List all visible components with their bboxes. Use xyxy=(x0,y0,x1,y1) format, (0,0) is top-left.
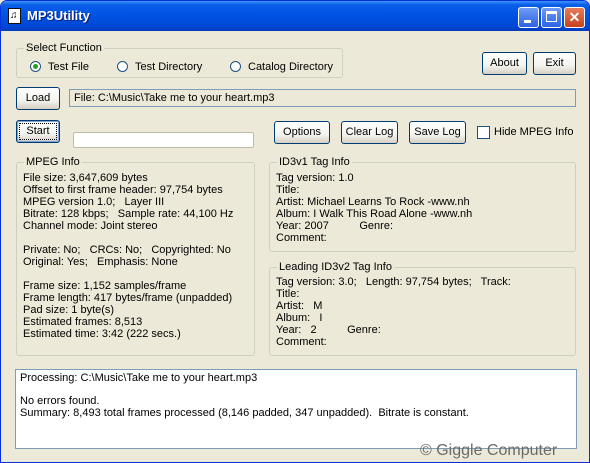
id3v2-line: Tag version: 3.0; Length: 97,754 bytes; … xyxy=(276,276,511,288)
mpeg-info-line: File size: 3,647,609 bytes xyxy=(23,172,148,184)
log-line: Summary: 8,493 total frames processed (8… xyxy=(20,406,469,419)
select-function-group: Select Function Test File Test Directory… xyxy=(16,41,343,78)
maximize-button[interactable] xyxy=(541,7,562,28)
id3v1-line: Comment: xyxy=(276,232,327,244)
mpeg-info-line: Frame length: 417 bytes/frame (unpadded) xyxy=(23,292,233,304)
mpeg-info-line: Offset to first frame header: 97,754 byt… xyxy=(23,184,223,196)
app-window: MP3Utility ✕ Select Function Test File T… xyxy=(0,0,590,463)
exit-button[interactable]: Exit xyxy=(533,52,576,75)
radio-test-directory-label: Test Directory xyxy=(135,61,203,73)
mpeg-info-line: Channel mode: Joint stereo xyxy=(23,220,158,232)
id3v2-line: Year: 2 Genre: xyxy=(276,324,381,336)
select-function-legend: Select Function xyxy=(24,41,104,55)
radio-test-file-indicator[interactable] xyxy=(30,61,41,72)
hide-mpeg-info-checkbox[interactable] xyxy=(477,126,490,139)
id3v1-line: Tag version: 1.0 xyxy=(276,172,354,184)
mpeg-info-line: Original: Yes; Emphasis: None xyxy=(23,256,178,268)
copyright-watermark: © Giggle Computer xyxy=(420,442,558,459)
mpeg-info-line: Pad size: 1 byte(s) xyxy=(23,304,115,316)
radio-catalog-directory-indicator[interactable] xyxy=(230,61,241,72)
close-button[interactable]: ✕ xyxy=(564,7,585,28)
file-path-field[interactable]: File: C:\Music\Take me to your heart.mp3 xyxy=(69,89,576,107)
id3v1-legend: ID3v1 Tag Info xyxy=(277,155,352,169)
options-button[interactable]: Options xyxy=(274,121,330,144)
id3v2-line: Album: I xyxy=(276,312,323,324)
id3v2-legend: Leading ID3v2 Tag Info xyxy=(277,260,394,274)
about-button[interactable]: About xyxy=(482,52,527,75)
mpeg-info-line: Frame size: 1,152 samples/frame xyxy=(23,280,187,292)
mpeg-info-line: Estimated frames: 8,513 xyxy=(23,316,143,328)
progress-bar xyxy=(73,132,254,148)
mpeg-info-legend: MPEG Info xyxy=(24,155,82,169)
minimize-icon xyxy=(524,20,531,23)
minimize-button[interactable] xyxy=(518,7,539,28)
radio-test-file-label: Test File xyxy=(48,61,89,73)
log-line: Processing: C:\Music\Take me to your hea… xyxy=(20,372,258,384)
hide-mpeg-info-label: Hide MPEG Info xyxy=(494,126,574,138)
id3v1-line: Artist: Michael Learns To Rock -www.nh xyxy=(276,196,470,208)
save-log-button[interactable]: Save Log xyxy=(409,121,466,144)
mpeg-info-line: Estimated time: 3:42 (222 secs.) xyxy=(23,328,181,340)
id3v2-line: Comment: xyxy=(276,336,327,348)
mpeg-info-group: MPEG Info File size: 3,647,609 bytes Off… xyxy=(16,155,255,356)
id3v1-line: Album: I Walk This Road Alone -www.nh xyxy=(276,208,473,220)
title-bar[interactable]: MP3Utility ✕ xyxy=(1,1,589,31)
radio-test-directory-indicator[interactable] xyxy=(117,61,128,72)
maximize-icon xyxy=(546,11,557,22)
id3v2-group: Leading ID3v2 Tag Info Tag version: 3.0;… xyxy=(269,260,576,356)
id3v1-line: Title: xyxy=(276,184,300,196)
app-icon[interactable] xyxy=(8,8,21,24)
start-button[interactable]: Start xyxy=(16,120,60,143)
mpeg-info-line xyxy=(23,268,233,280)
id3v1-line: Year: 2007 Genre: xyxy=(276,220,393,232)
mpeg-info-line xyxy=(23,232,233,244)
close-icon: ✕ xyxy=(568,9,581,25)
clear-log-button[interactable]: Clear Log xyxy=(341,121,398,144)
id3v1-group: ID3v1 Tag Info Tag version: 1.0 Title: A… xyxy=(269,155,576,252)
load-button[interactable]: Load xyxy=(16,87,60,110)
output-log[interactable]: Processing: C:\Music\Take me to your hea… xyxy=(15,369,577,449)
window-title: MP3Utility xyxy=(27,8,90,23)
radio-catalog-directory-label: Catalog Directory xyxy=(248,61,333,73)
mpeg-info-line: MPEG version 1.0; Layer III xyxy=(23,196,165,208)
log-line: No errors found. xyxy=(20,395,100,407)
id3v2-line: Artist: M xyxy=(276,300,323,312)
mpeg-info-line: Bitrate: 128 kbps; Sample rate: 44,100 H… xyxy=(23,208,234,220)
id3v2-line: Title: xyxy=(276,288,300,300)
mpeg-info-line: Private: No; CRCs: No; Copyrighted: No xyxy=(23,244,231,256)
